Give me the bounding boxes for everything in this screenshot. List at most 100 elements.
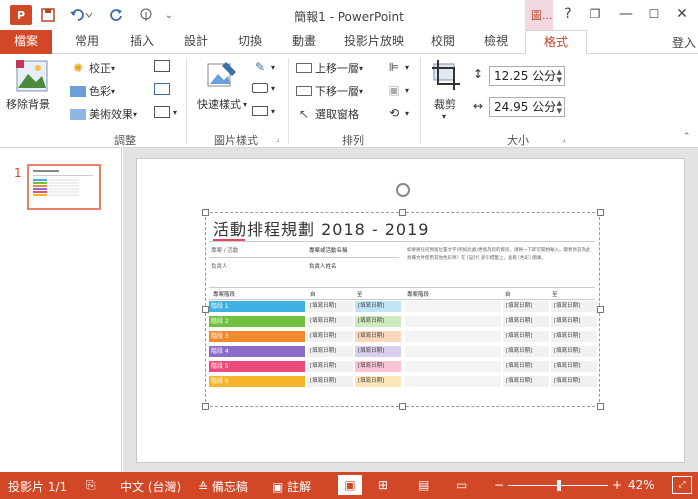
- send-backward-icon: [296, 86, 312, 96]
- comments-button[interactable]: ▣ 註解: [272, 478, 311, 495]
- width-spinner-icon[interactable]: ▲ ▼: [557, 99, 562, 115]
- quick-styles-button[interactable]: 快速樣式 ▾: [197, 96, 247, 112]
- to-date-2: [填寫日期]: [551, 301, 597, 312]
- zoom-out-button[interactable]: −: [494, 478, 504, 492]
- zoom-in-button[interactable]: +: [612, 478, 622, 492]
- tab-review[interactable]: 校閱: [420, 30, 466, 54]
- resize-handle[interactable]: [399, 403, 406, 410]
- phase-label-2: [405, 301, 501, 312]
- close-button[interactable]: ✕: [671, 4, 693, 24]
- resize-handle[interactable]: [597, 306, 604, 313]
- notes-button[interactable]: ≙ 備忘稿: [198, 478, 248, 495]
- compress-pictures-icon[interactable]: [154, 60, 173, 72]
- resize-handle[interactable]: [597, 403, 604, 410]
- tab-home[interactable]: 常用: [62, 30, 112, 54]
- crop-icon[interactable]: [430, 60, 462, 92]
- spelling-check-icon[interactable]: ⎘: [86, 478, 96, 493]
- width-icon: ↔: [472, 99, 484, 113]
- height-spinner-icon[interactable]: ▲ ▼: [557, 68, 562, 84]
- slide-thumbnail[interactable]: [27, 164, 101, 210]
- picture-layout-icon[interactable]: ▾: [252, 106, 275, 116]
- send-backward-button[interactable]: 下移一層 ▾: [296, 83, 363, 99]
- artistic-effects-button[interactable]: 美術效果 ▾: [70, 106, 137, 122]
- header-to: 至: [357, 292, 363, 298]
- to-date: [填寫日期]: [355, 316, 401, 327]
- width-input[interactable]: 24.95 公分 ▲ ▼: [489, 97, 565, 117]
- tab-slideshow[interactable]: 投影片放映: [334, 30, 414, 54]
- tab-animations[interactable]: 動畫: [280, 30, 328, 54]
- header-from-2: 自: [505, 292, 511, 298]
- corrections-button[interactable]: ✺ 校正 ▾: [70, 60, 115, 76]
- group-label-size: 大小: [507, 134, 529, 147]
- corrections-icon: ✺: [72, 61, 84, 75]
- from-date-2: [填寫日期]: [503, 346, 549, 357]
- zoom-level[interactable]: 42%: [628, 478, 655, 492]
- tab-file[interactable]: 檔案: [0, 30, 52, 54]
- color-button[interactable]: 色彩 ▾: [70, 83, 115, 99]
- ribbon-tabs: 檔案 常用 插入 設計 切換 動畫 投影片放映 校閱 檢視 格式: [0, 30, 698, 55]
- phase-label-2: [405, 331, 501, 342]
- resize-handle[interactable]: [202, 209, 209, 216]
- quick-styles-icon[interactable]: [206, 60, 238, 92]
- bring-forward-button[interactable]: 上移一層 ▾: [296, 60, 363, 76]
- slide[interactable]: 活動排程規劃 2018 - 2019 專案 / 活動 專案或活動名稱 負責人 負…: [136, 158, 685, 463]
- resize-handle[interactable]: [399, 209, 406, 216]
- change-picture-icon[interactable]: [154, 83, 173, 95]
- to-date-2: [填寫日期]: [551, 316, 597, 327]
- zoom-slider-thumb[interactable]: [557, 480, 561, 491]
- reading-view-icon[interactable]: ▤: [418, 478, 429, 492]
- from-date-2: [填寫日期]: [503, 331, 549, 342]
- group-label-adjust: 調整: [114, 134, 136, 147]
- tab-view[interactable]: 檢視: [472, 30, 520, 54]
- language-indicator[interactable]: 中文 (台灣): [120, 478, 181, 495]
- selection-pane-button[interactable]: ↖ 選取窗格: [296, 106, 359, 122]
- crop-button[interactable]: 裁剪: [434, 96, 456, 112]
- phase-label: 階段 5: [209, 361, 305, 372]
- to-date: [填寫日期]: [355, 301, 401, 312]
- height-input[interactable]: 12.25 公分 ▲ ▼: [489, 66, 565, 86]
- picture-effects-icon[interactable]: ▾: [252, 83, 275, 93]
- resize-handle[interactable]: [597, 209, 604, 216]
- group-icon[interactable]: ▣ ▾: [386, 83, 409, 97]
- ribbon-display-button[interactable]: ❐: [584, 4, 606, 24]
- slideshow-view-icon[interactable]: ▭: [456, 478, 467, 492]
- slide-sorter-icon[interactable]: ⊞: [378, 478, 388, 492]
- help-button[interactable]: ?: [557, 4, 579, 24]
- reset-picture-icon[interactable]: ▾: [154, 106, 177, 118]
- align-icon[interactable]: ⊫ ▾: [386, 60, 409, 74]
- tab-format[interactable]: 格式: [525, 30, 587, 55]
- tab-transitions[interactable]: 切換: [226, 30, 274, 54]
- divider: [209, 257, 399, 258]
- rotate-icon[interactable]: ⟲ ▾: [386, 106, 409, 120]
- from-date: [填寫日期]: [307, 331, 353, 342]
- remove-background-button[interactable]: 移除背景: [6, 96, 50, 112]
- resize-handle[interactable]: [202, 403, 209, 410]
- picture-border-icon[interactable]: ✎ ▾: [252, 60, 275, 74]
- divider: [209, 241, 595, 242]
- remove-background-icon[interactable]: [16, 60, 48, 92]
- from-date-2: [填寫日期]: [503, 361, 549, 372]
- maximize-button[interactable]: ☐: [643, 4, 665, 24]
- collapse-ribbon-icon[interactable]: ⌃: [683, 132, 691, 142]
- fit-to-window-icon[interactable]: ⤢: [672, 476, 692, 494]
- project-label: 專案 / 活動: [211, 248, 239, 254]
- owner-label: 負責人: [211, 264, 228, 270]
- header-to-2: 至: [552, 292, 558, 298]
- header-phase: 專案階段: [213, 292, 236, 298]
- slide-thumbnail-pane: 1: [0, 148, 122, 472]
- sign-in-link[interactable]: 登入: [672, 34, 696, 51]
- size-dialog-launcher-icon[interactable]: ⌟: [562, 134, 566, 143]
- slide-counter: 投影片 1/1: [8, 480, 68, 494]
- rotation-handle-icon[interactable]: [396, 183, 410, 197]
- normal-view-icon[interactable]: ▣: [338, 475, 362, 495]
- dialog-launcher-icon[interactable]: ⌟: [276, 134, 280, 143]
- to-date: [填寫日期]: [355, 331, 401, 342]
- tab-insert[interactable]: 插入: [118, 30, 166, 54]
- phase-label-2: [405, 361, 501, 372]
- resize-handle[interactable]: [202, 306, 209, 313]
- slide-editing-canvas[interactable]: 活動排程規劃 2018 - 2019 專案 / 活動 專案或活動名稱 負責人 負…: [123, 148, 698, 472]
- minimize-button[interactable]: —: [615, 4, 637, 24]
- tab-design[interactable]: 設計: [172, 30, 220, 54]
- crop-dropdown-icon[interactable]: ▾: [442, 112, 446, 121]
- to-date: [填寫日期]: [355, 346, 401, 357]
